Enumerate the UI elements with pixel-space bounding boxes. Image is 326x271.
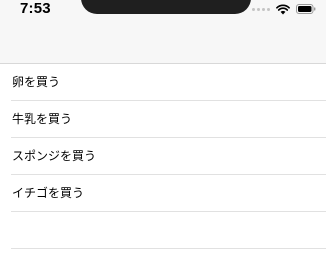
empty-list-row	[11, 212, 326, 249]
wifi-icon	[276, 4, 290, 14]
cellular-signal-icon	[250, 7, 270, 11]
list-item[interactable]: イチゴを買う	[11, 175, 326, 212]
navigation-bar: 7:53	[0, 0, 326, 64]
todo-list: 卵を買う 牛乳を買う スポンジを買う イチゴを買う	[0, 64, 326, 249]
device-notch	[81, 0, 251, 14]
status-indicators	[250, 3, 316, 15]
list-item[interactable]: 卵を買う	[11, 64, 326, 101]
list-item-label: 牛乳を買う	[12, 112, 73, 126]
list-item-label: スポンジを買う	[12, 149, 97, 163]
battery-icon	[296, 4, 316, 14]
list-item[interactable]: 牛乳を買う	[11, 101, 326, 138]
list-item-label: イチゴを買う	[12, 186, 85, 200]
list-item-label: 卵を買う	[12, 75, 61, 89]
status-time: 7:53	[20, 0, 51, 17]
list-item[interactable]: スポンジを買う	[11, 138, 326, 175]
